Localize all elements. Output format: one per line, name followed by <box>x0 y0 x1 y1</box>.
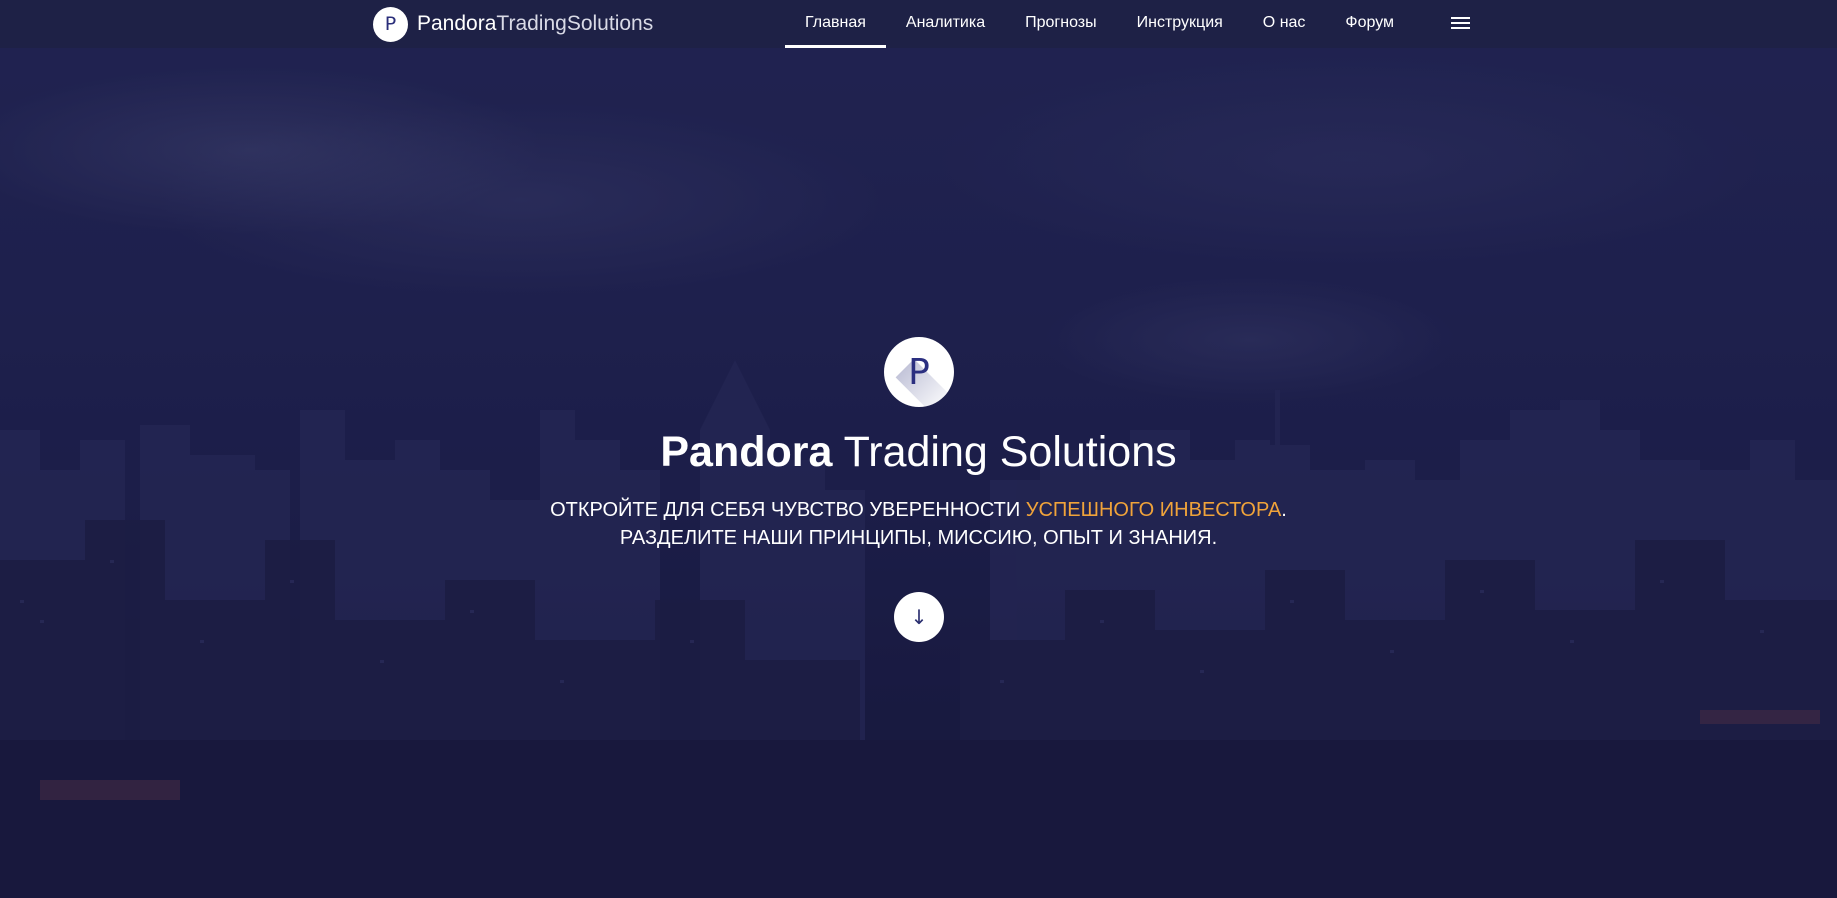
hero-logo-letter: P <box>908 351 930 393</box>
hero-subtitle-line1-suffix: . <box>1281 499 1287 521</box>
hero-title-part2: Trading Solutions <box>832 428 1177 476</box>
hero-subtitle-accent: УСПЕШНОГО ИНВЕСТОРА <box>1025 499 1282 521</box>
hero-subtitle: ОТКРОЙТЕ ДЛЯ СЕБЯ ЧУВСТВО УВЕРЕННОСТИ УС… <box>0 496 1837 552</box>
hero-subtitle-line1: ОТКРОЙТЕ ДЛЯ СЕБЯ ЧУВСТВО УВЕРЕННОСТИ УС… <box>0 496 1837 524</box>
hero-title: Pandora Trading Solutions <box>0 424 1837 480</box>
arrow-down-icon: ↓ <box>910 605 928 629</box>
hero-logo-icon: P <box>884 337 954 407</box>
hero-subtitle-line1-prefix: ОТКРОЙТЕ ДЛЯ СЕБЯ ЧУВСТВО УВЕРЕННОСТИ <box>550 499 1026 521</box>
hero-title-part1: Pandora <box>660 428 833 476</box>
hero-section: P Pandora Trading Solutions ОТКРОЙТЕ ДЛЯ… <box>0 0 1837 898</box>
page: P PandoraTradingSolutions Главная Аналит… <box>0 0 1837 898</box>
hero-subtitle-line2: РАЗДЕЛИТЕ НАШИ ПРИНЦИПЫ, МИССИЮ, ОПЫТ И … <box>619 527 1218 549</box>
scroll-down-button[interactable]: ↓ <box>894 592 944 642</box>
